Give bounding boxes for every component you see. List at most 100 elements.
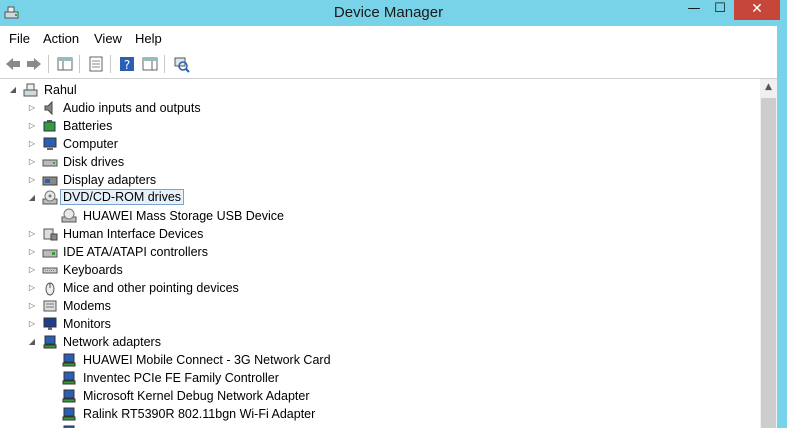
tree-item-batteries[interactable]: ▷ Batteries [0,117,760,135]
tree-child-microsoft-kernel-debug[interactable]: Microsoft Kernel Debug Network Adapter [0,387,760,405]
expand-arrow-icon[interactable]: ▷ [27,156,37,168]
tree-item-dvd-cdrom[interactable]: ◢ DVD/CD-ROM drives [0,189,760,207]
toolbar-separator [79,55,80,73]
maximize-button[interactable]: ☐ [707,0,733,20]
properties-icon[interactable] [87,55,105,73]
expand-arrow-icon[interactable]: ▷ [27,318,37,330]
collapse-arrow-icon[interactable]: ◢ [27,192,37,204]
tree-item-label: Ralink RT5390R 802.11bgn Wi-Fi Adapter [83,407,316,421]
ide-controller-icon [42,249,58,258]
tree-item-keyboards[interactable]: ▷ Keyboards [0,261,760,279]
expand-arrow-icon[interactable]: ▷ [27,174,37,186]
title-bar[interactable]: Device Manager — ☐ ✕ [0,0,787,26]
tree-item-disk-drives[interactable]: ▷ Disk drives [0,153,760,171]
network-adapter-icon [43,335,57,349]
network-adapter-icon [62,389,76,403]
tree-item-label: Mice and other pointing devices [63,281,239,295]
tree-child-huawei-mass-storage[interactable]: HUAWEI Mass Storage USB Device [0,207,760,225]
menu-view[interactable]: View [94,31,122,46]
tree-item-audio[interactable]: ▷ Audio inputs and outputs [0,99,760,117]
toolbar: ? [0,50,777,79]
svg-text:?: ? [124,58,130,72]
menu-bar: File Action View Help [0,26,777,50]
tree-root[interactable]: ◢ Rahul [0,81,760,99]
collapse-arrow-icon[interactable]: ◢ [8,84,18,96]
network-adapter-icon [63,425,75,428]
tree-child-ralink-wifi[interactable]: Ralink RT5390R 802.11bgn Wi-Fi Adapter [0,405,760,423]
mouse-icon [45,282,55,296]
expand-arrow-icon[interactable]: ▷ [27,228,37,240]
show-hide-console-tree-icon[interactable] [56,55,74,73]
dvd-drive-icon [61,208,77,223]
device-tree[interactable]: ◢ Rahul ▷ Audio inputs and outputs ▷ Bat… [0,79,760,428]
menu-help[interactable]: Help [135,31,162,46]
tree-child-inventec-pcie[interactable]: Inventec PCIe FE Family Controller [0,369,760,387]
computer-icon [43,137,57,150]
display-adapter-icon [42,176,58,186]
tree-item-modems[interactable]: ▷ Modems [0,297,760,315]
tree-item-computer[interactable]: ▷ Computer [0,135,760,153]
expand-arrow-icon[interactable]: ▷ [27,282,37,294]
scroll-up-arrow-icon[interactable]: ▲ [760,79,777,96]
help-icon[interactable]: ? [118,55,136,73]
network-adapter-icon [62,371,76,385]
dvd-drive-icon [42,190,58,205]
tree-child-partial[interactable] [0,423,760,428]
tree-item-hid[interactable]: ▷ Human Interface Devices [0,225,760,243]
tree-item-label: Network adapters [63,335,161,349]
window-title: Device Manager [333,4,444,21]
menu-action[interactable]: Action [43,31,79,46]
back-arrow-icon[interactable] [4,55,22,73]
vertical-scrollbar[interactable]: ▲ [760,79,777,428]
tree-item-label: Modems [63,299,111,313]
speaker-icon [44,100,53,116]
tree-item-label: Computer [63,137,118,151]
network-adapter-icon [62,353,76,367]
menu-file[interactable]: File [9,31,30,46]
tree-item-network-adapters[interactable]: ◢ Network adapters [0,333,760,351]
tree-child-huawei-mobile-connect[interactable]: HUAWEI Mobile Connect - 3G Network Card [0,351,760,369]
forward-arrow-icon[interactable] [25,55,43,73]
tree-item-monitors[interactable]: ▷ Monitors [0,315,760,333]
tree-item-label: Inventec PCIe FE Family Controller [83,371,279,385]
toolbar-separator [164,55,165,73]
tree-item-mice[interactable]: ▷ Mice and other pointing devices [0,279,760,297]
tree-item-label: Display adapters [63,173,157,187]
expand-arrow-icon[interactable]: ▷ [27,246,37,258]
tree-item-label: HUAWEI Mass Storage USB Device [83,209,284,223]
toolbar-separator [110,55,111,73]
modem-icon [43,300,57,312]
computer-network-icon [23,83,38,97]
tree-item-label: Keyboards [63,263,123,277]
tree-item-display-adapters[interactable]: ▷ Display adapters [0,171,760,189]
network-adapter-icon [62,407,76,421]
tree-item-label: Human Interface Devices [63,227,204,241]
tree-item-label: Disk drives [63,155,125,169]
expand-arrow-icon[interactable]: ▷ [27,264,37,276]
monitor-icon [43,317,57,330]
battery-icon [43,120,56,132]
tree-item-label: Microsoft Kernel Debug Network Adapter [83,389,310,403]
keyboard-icon [42,267,58,274]
collapse-arrow-icon[interactable]: ◢ [27,336,37,348]
expand-arrow-icon[interactable]: ▷ [27,102,37,114]
scrollbar-thumb[interactable] [761,98,776,428]
tree-root-label: Rahul [44,83,77,97]
expand-arrow-icon[interactable]: ▷ [27,300,37,312]
close-button[interactable]: ✕ [734,0,780,20]
action-pane-icon[interactable] [141,55,159,73]
scan-hardware-changes-icon[interactable] [172,55,190,73]
hid-icon [43,228,58,241]
tree-item-label: Batteries [63,119,113,133]
expand-arrow-icon[interactable]: ▷ [27,138,37,150]
expand-arrow-icon[interactable]: ▷ [27,120,37,132]
window-frame [777,26,787,428]
tree-item-label: IDE ATA/ATAPI controllers [63,245,208,259]
tree-item-label: Monitors [63,317,111,331]
tree-item-ide[interactable]: ▷ IDE ATA/ATAPI controllers [0,243,760,261]
tree-item-label: Audio inputs and outputs [63,101,201,115]
tree-item-label: HUAWEI Mobile Connect - 3G Network Card [83,353,331,367]
minimize-button[interactable]: — [681,0,707,20]
tree-item-label: DVD/CD-ROM drives [59,189,185,205]
disk-drive-icon [42,159,58,167]
